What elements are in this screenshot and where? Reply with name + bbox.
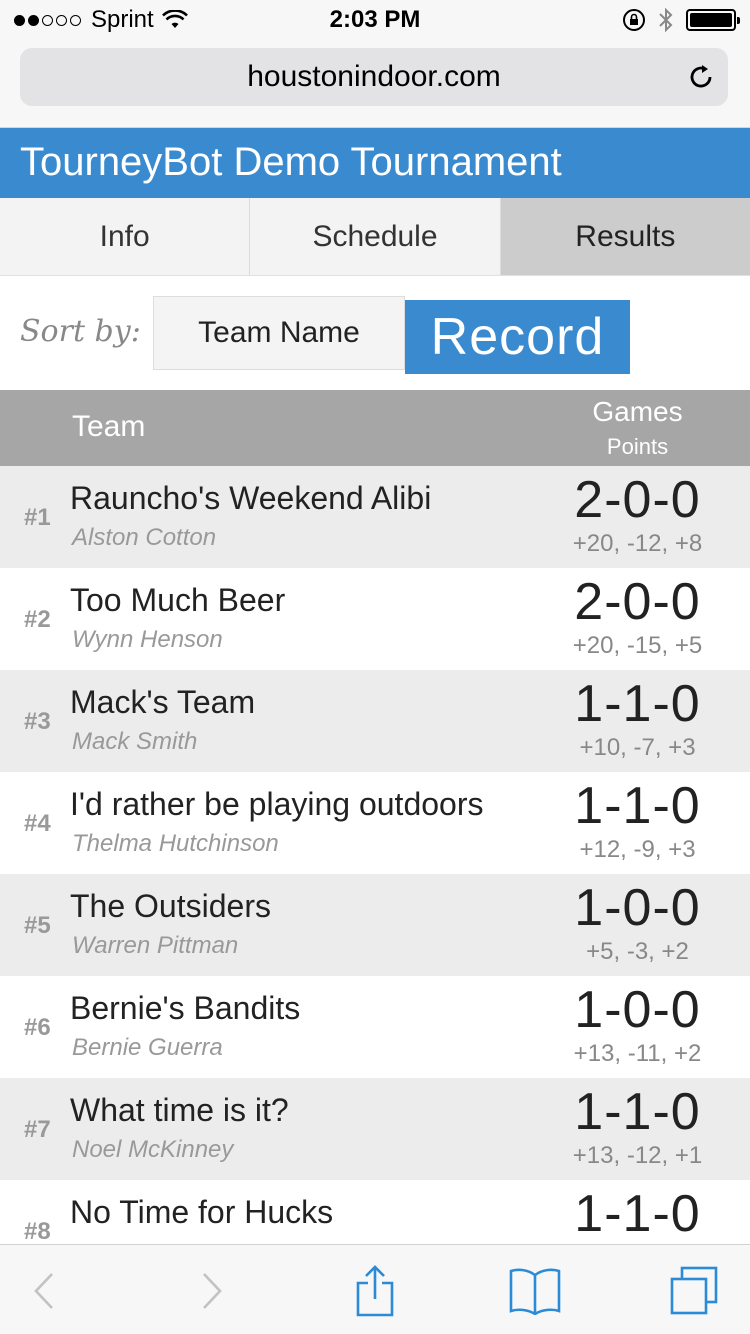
team-rank: #3: [24, 708, 51, 735]
table-row[interactable]: #7 What time is it? Noel McKinney 1-1-0 …: [0, 1078, 750, 1180]
team-record: 2-0-0: [574, 471, 701, 529]
book-icon: [509, 1268, 561, 1315]
team-rank: #6: [24, 1014, 51, 1041]
table-row[interactable]: #6 Bernie's Bandits Bernie Guerra 1-0-0 …: [0, 976, 750, 1078]
team-captain: Wynn Henson: [72, 626, 223, 653]
team-name: Bernie's Bandits: [70, 990, 301, 1026]
tabs-button[interactable]: [664, 1265, 724, 1317]
team-captain: Noel McKinney: [72, 1136, 234, 1163]
status-bar: Sprint 2:03 PM: [0, 0, 750, 40]
table-row[interactable]: #2 Too Much Beer Wynn Henson 2-0-0 +20, …: [0, 568, 750, 670]
tab-info[interactable]: Info: [0, 198, 251, 275]
chevron-right-icon: [203, 1273, 222, 1309]
site-header: TourneyBot Demo Tournament: [0, 128, 750, 198]
team-points: +13, -12, +1: [572, 1142, 703, 1169]
team-rank: #1: [24, 504, 51, 531]
team-name: Too Much Beer: [70, 582, 286, 618]
tab-results[interactable]: Results: [500, 198, 750, 275]
url-text[interactable]: houstonindoor.com: [20, 60, 728, 94]
table-row[interactable]: #5 The Outsiders Warren Pittman 1-0-0 +5…: [0, 874, 750, 976]
tab-bar: Info Schedule Results: [0, 198, 750, 276]
sort-label: Sort by:: [20, 314, 141, 349]
table-row[interactable]: #3 Mack's Team Mack Smith 1-1-0 +10, -7,…: [0, 670, 750, 772]
sort-record-button[interactable]: Record: [405, 300, 630, 374]
battery-icon: [686, 9, 740, 31]
team-captain: Alston Cotton: [72, 524, 217, 551]
tabs-icon: [670, 1266, 718, 1315]
tab-schedule[interactable]: Schedule: [250, 198, 501, 275]
address-bar[interactable]: houstonindoor.com: [20, 48, 728, 106]
team-name: Rauncho's Weekend Alibi: [70, 480, 432, 516]
table-row[interactable]: #8 No Time for Hucks 1-1-0: [0, 1180, 750, 1244]
page-title: TourneyBot Demo Tournament: [20, 140, 562, 184]
table-row[interactable]: #4 I'd rather be playing outdoors Thelma…: [0, 772, 750, 874]
team-rank: #7: [24, 1116, 51, 1143]
browser-address-area: houstonindoor.com: [0, 40, 750, 128]
team-captain: Warren Pittman: [72, 932, 239, 959]
share-icon: [356, 1265, 394, 1317]
status-right: [622, 6, 740, 34]
sort-controls: Sort by: Team Name Record: [0, 296, 750, 374]
team-name: I'd rather be playing outdoors: [70, 786, 484, 822]
team-record: 1-1-0: [574, 1185, 701, 1243]
team-rank: #5: [24, 912, 51, 939]
results-table-header: Team Games Points: [0, 390, 750, 466]
team-name: Mack's Team: [70, 684, 256, 720]
sort-team-name-button[interactable]: Team Name: [153, 296, 405, 370]
rotation-lock-icon: [623, 9, 645, 31]
column-header-points: Points: [606, 434, 669, 459]
team-rank: #2: [24, 606, 51, 633]
bluetooth-icon: [659, 7, 673, 33]
team-points: +5, -3, +2: [586, 938, 689, 965]
team-points: +20, -15, +5: [572, 632, 703, 659]
results-list: #1 Rauncho's Weekend Alibi Alston Cotton…: [0, 466, 750, 1244]
bookmarks-button[interactable]: [505, 1265, 565, 1317]
team-points: +12, -9, +3: [579, 836, 696, 863]
back-button[interactable]: [14, 1265, 74, 1317]
team-record: 1-0-0: [574, 879, 701, 937]
team-name: The Outsiders: [70, 888, 271, 924]
chevron-left-icon: [34, 1273, 53, 1309]
column-header-games: Games: [592, 396, 683, 427]
reload-icon[interactable]: [686, 62, 716, 92]
team-captain: Bernie Guerra: [72, 1034, 223, 1061]
browser-toolbar: [0, 1244, 750, 1334]
team-record: 1-1-0: [574, 675, 701, 733]
team-rank: #4: [24, 810, 51, 837]
share-button[interactable]: [345, 1265, 405, 1317]
team-record: 1-1-0: [574, 777, 701, 835]
team-name: What time is it?: [70, 1092, 289, 1128]
table-row[interactable]: #1 Rauncho's Weekend Alibi Alston Cotton…: [0, 466, 750, 568]
team-rank: #8: [24, 1218, 51, 1244]
forward-button[interactable]: [182, 1265, 242, 1317]
team-captain: Mack Smith: [72, 728, 198, 755]
team-record: 2-0-0: [574, 573, 701, 631]
team-name: No Time for Hucks: [70, 1194, 334, 1230]
column-header-team: Team: [72, 410, 146, 443]
team-captain: Thelma Hutchinson: [72, 830, 279, 857]
team-points: +20, -12, +8: [572, 530, 703, 557]
team-record: 1-1-0: [574, 1083, 701, 1141]
team-points: +13, -11, +2: [573, 1040, 702, 1067]
team-points: +10, -7, +3: [579, 734, 696, 761]
team-record: 1-0-0: [574, 981, 701, 1039]
